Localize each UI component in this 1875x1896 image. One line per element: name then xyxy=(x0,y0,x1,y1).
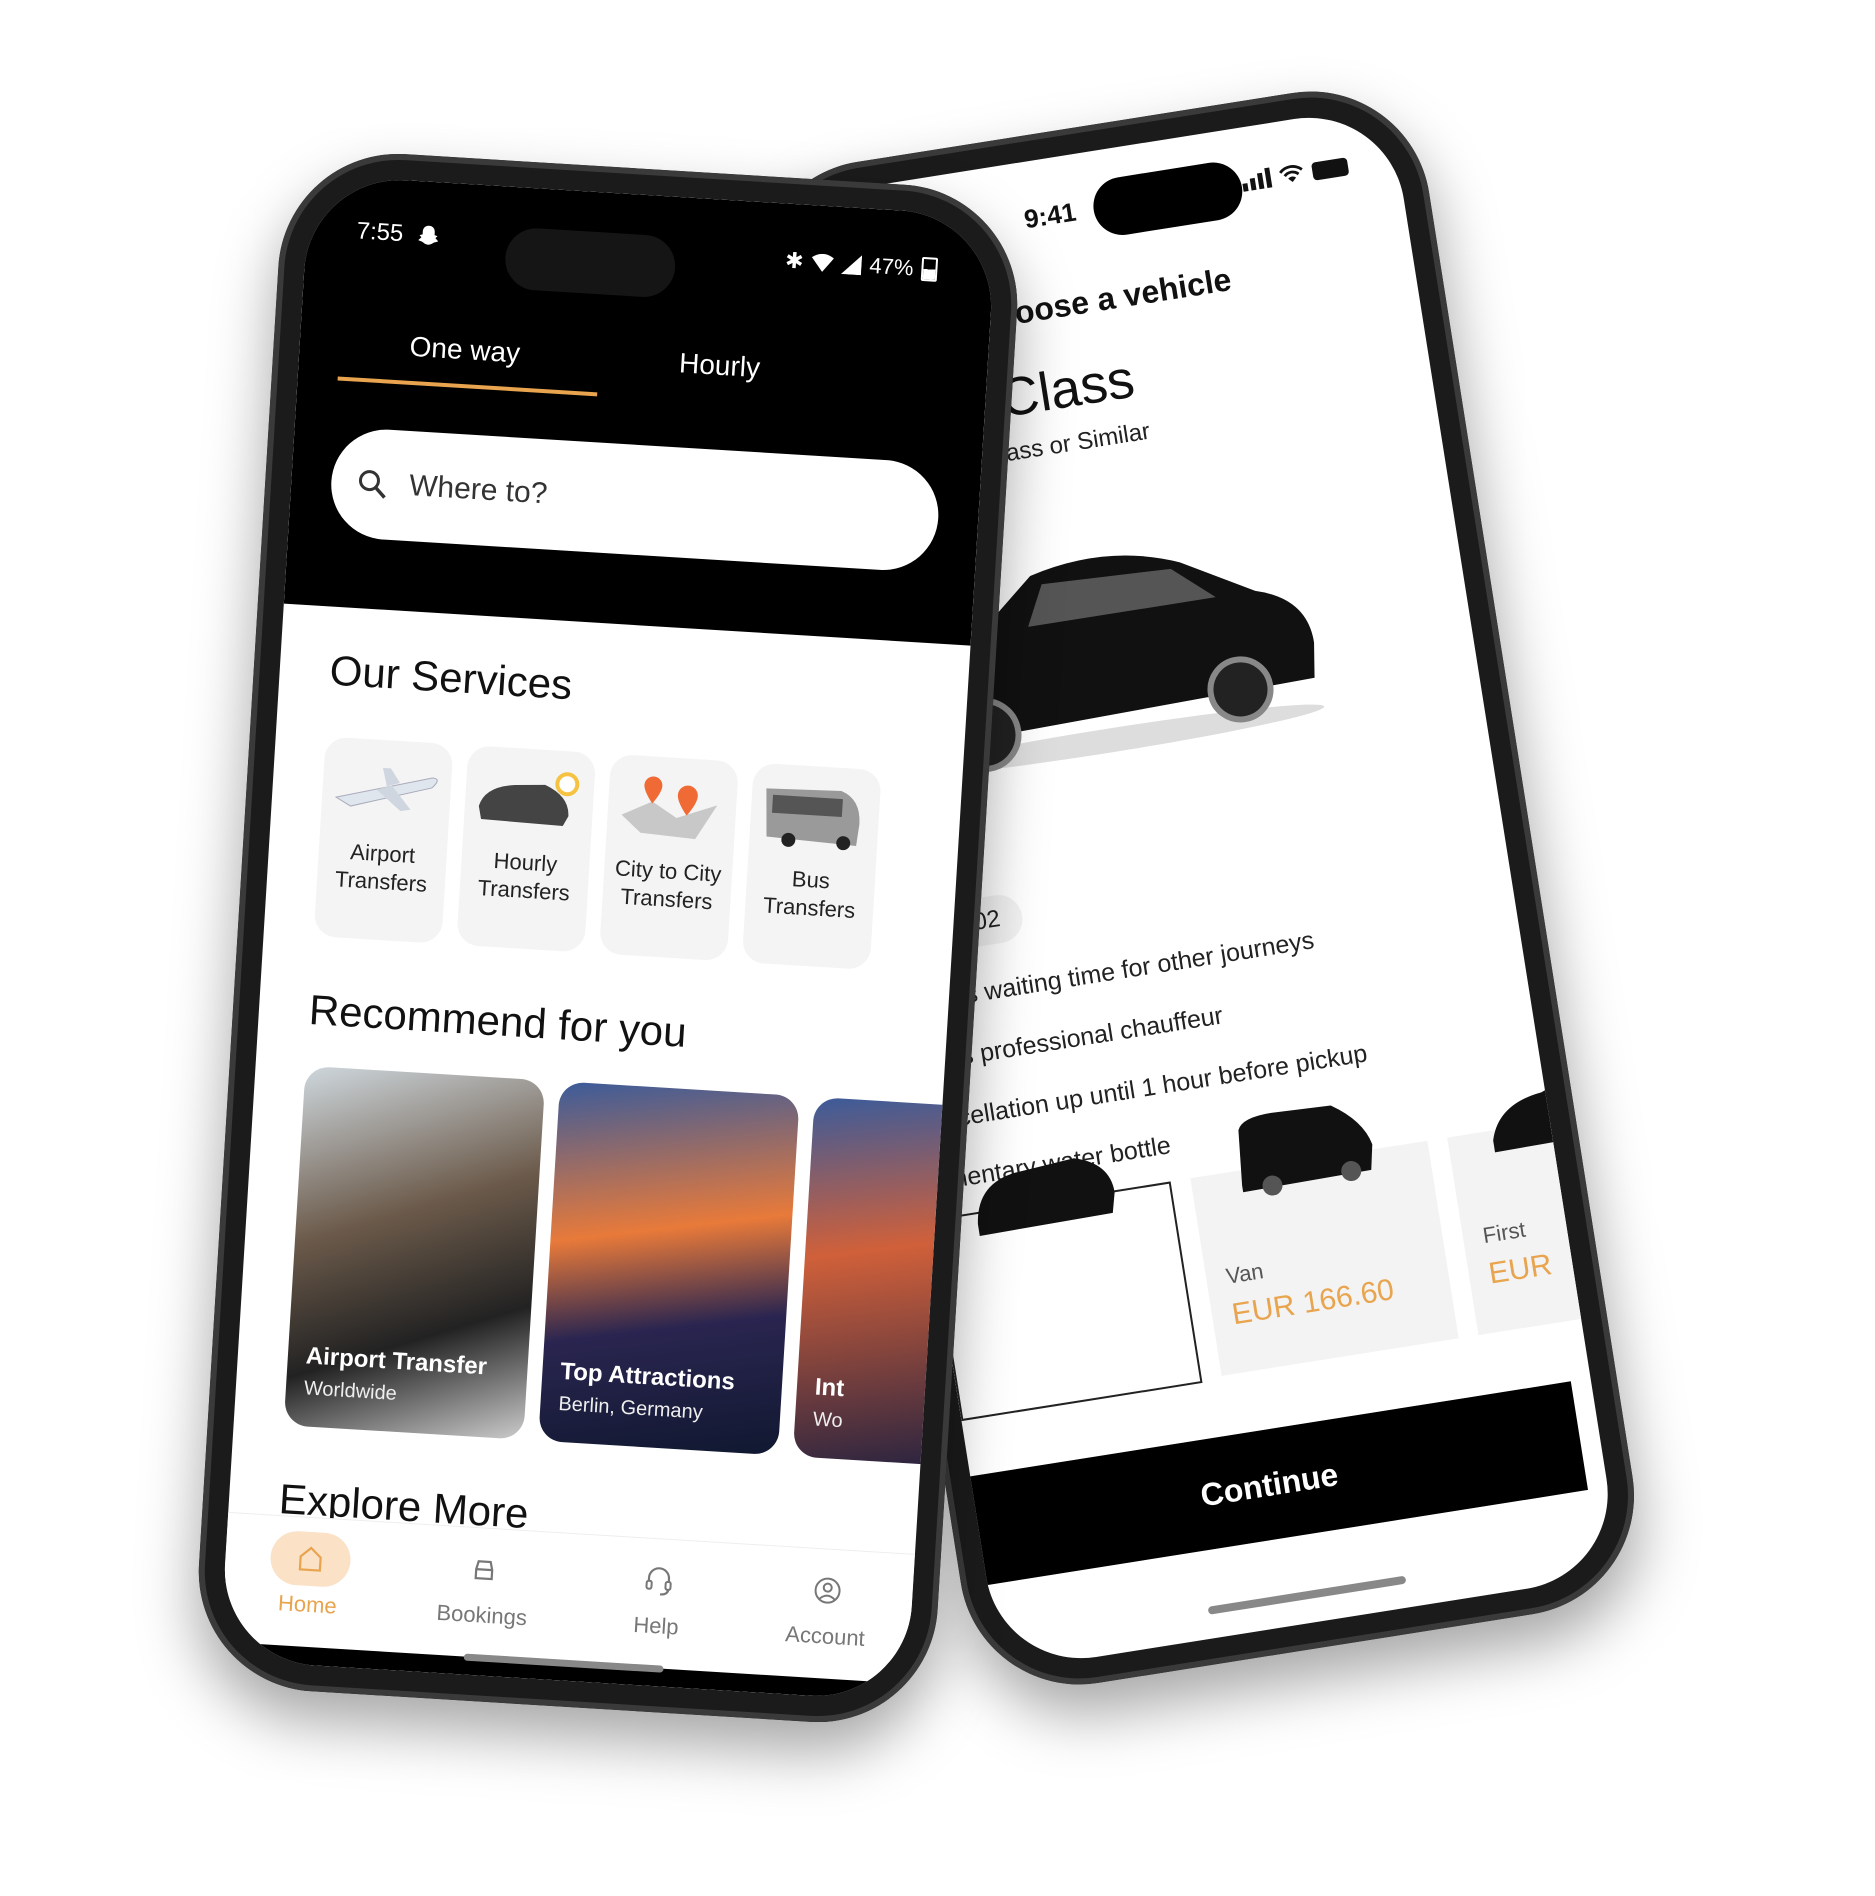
snapchat-icon xyxy=(417,225,438,245)
van-image xyxy=(1238,1105,1373,1196)
search-icon xyxy=(358,470,386,499)
service-city-to-city[interactable]: City to City Transfers xyxy=(599,753,740,962)
vehicle-options: Van EUR 166.60 First EUR xyxy=(929,1071,1622,1422)
service-airport-transfers[interactable]: Airport Transfers xyxy=(313,736,454,944)
nav-account[interactable]: Account xyxy=(782,1547,870,1682)
wifi-icon xyxy=(1279,165,1303,183)
nav-label: Bookings xyxy=(435,1599,528,1631)
vehicle-option-van[interactable]: Van EUR 166.60 xyxy=(1190,1105,1459,1376)
status-icons xyxy=(1241,155,1350,192)
nav-label: Help xyxy=(632,1611,680,1640)
nav-label: Account xyxy=(784,1621,866,1651)
airplane-icon xyxy=(334,767,438,812)
bus-icon xyxy=(766,788,860,851)
recommendation-subtitle: Worldwide xyxy=(303,1377,398,1405)
user-circle-icon xyxy=(814,1577,841,1604)
status-time: 7:55 xyxy=(355,217,405,248)
camera-cutout xyxy=(503,226,677,299)
signal-icon xyxy=(840,255,863,276)
home-phone: 7:55 ✱ 47% One way Hourly Where to? Our … xyxy=(191,146,1025,1730)
continue-button[interactable]: Continue xyxy=(950,1381,1589,1589)
suv-image xyxy=(977,1158,1115,1236)
headset-icon xyxy=(645,1567,672,1596)
vehicle-name: First xyxy=(1480,1216,1528,1249)
search-placeholder: Where to? xyxy=(408,469,549,511)
recommendation-subtitle: Wo xyxy=(812,1408,844,1433)
nav-home[interactable]: Home xyxy=(265,1516,353,1651)
vehicle-price: EUR xyxy=(1486,1248,1555,1291)
tab-one-way[interactable]: One way xyxy=(409,331,521,370)
recommendation-subtitle: Berlin, Germany xyxy=(557,1392,704,1424)
map-pin-icon xyxy=(621,776,718,840)
status-bar-left: 7:55 xyxy=(356,217,440,250)
service-bus-transfers[interactable]: Bus Transfers xyxy=(741,762,882,971)
car-clock-icon xyxy=(478,772,580,827)
recommendation-card[interactable]: Airport Transfer Worldwide xyxy=(283,1065,546,1440)
sedan-image xyxy=(1493,1071,1622,1153)
bluetooth-icon: ✱ xyxy=(784,247,805,274)
vehicle-name: Van xyxy=(1224,1258,1266,1289)
nav-label: Home xyxy=(277,1590,338,1619)
tab-hourly[interactable]: Hourly xyxy=(678,347,761,384)
battery-percent: 47% xyxy=(868,252,915,281)
vehicle-option-selected[interactable] xyxy=(929,1158,1203,1422)
dynamic-island xyxy=(1089,158,1247,240)
home-screen: 7:55 ✱ 47% One way Hourly Where to? Our … xyxy=(219,174,997,1702)
services-heading: Our Services xyxy=(328,646,574,709)
recommendation-title: Airport Transfer xyxy=(305,1342,488,1381)
battery-icon xyxy=(920,256,939,282)
feature-item: ass professional chauffeur xyxy=(932,1001,1225,1075)
car-icon xyxy=(474,1560,494,1581)
battery-icon xyxy=(1311,157,1350,181)
nav-help[interactable]: Help xyxy=(613,1537,701,1672)
wifi-icon xyxy=(811,253,834,272)
status-time: 9:41 xyxy=(1021,196,1079,235)
home-icon xyxy=(298,1546,322,1572)
signal-icon xyxy=(1241,167,1273,192)
recommendation-title: Int xyxy=(814,1373,846,1403)
recommend-heading: Recommend for you xyxy=(307,985,688,1056)
vehicle-option-first[interactable]: First EUR xyxy=(1447,1071,1622,1336)
recommendation-card[interactable]: Top Attractions Berlin, Germany xyxy=(538,1081,800,1456)
recommendation-title: Top Attractions xyxy=(559,1357,736,1396)
service-hourly-transfers[interactable]: Hourly Transfers xyxy=(456,745,597,953)
nav-bookings[interactable]: Bookings xyxy=(434,1526,532,1661)
home-indicator xyxy=(1207,1575,1407,1615)
